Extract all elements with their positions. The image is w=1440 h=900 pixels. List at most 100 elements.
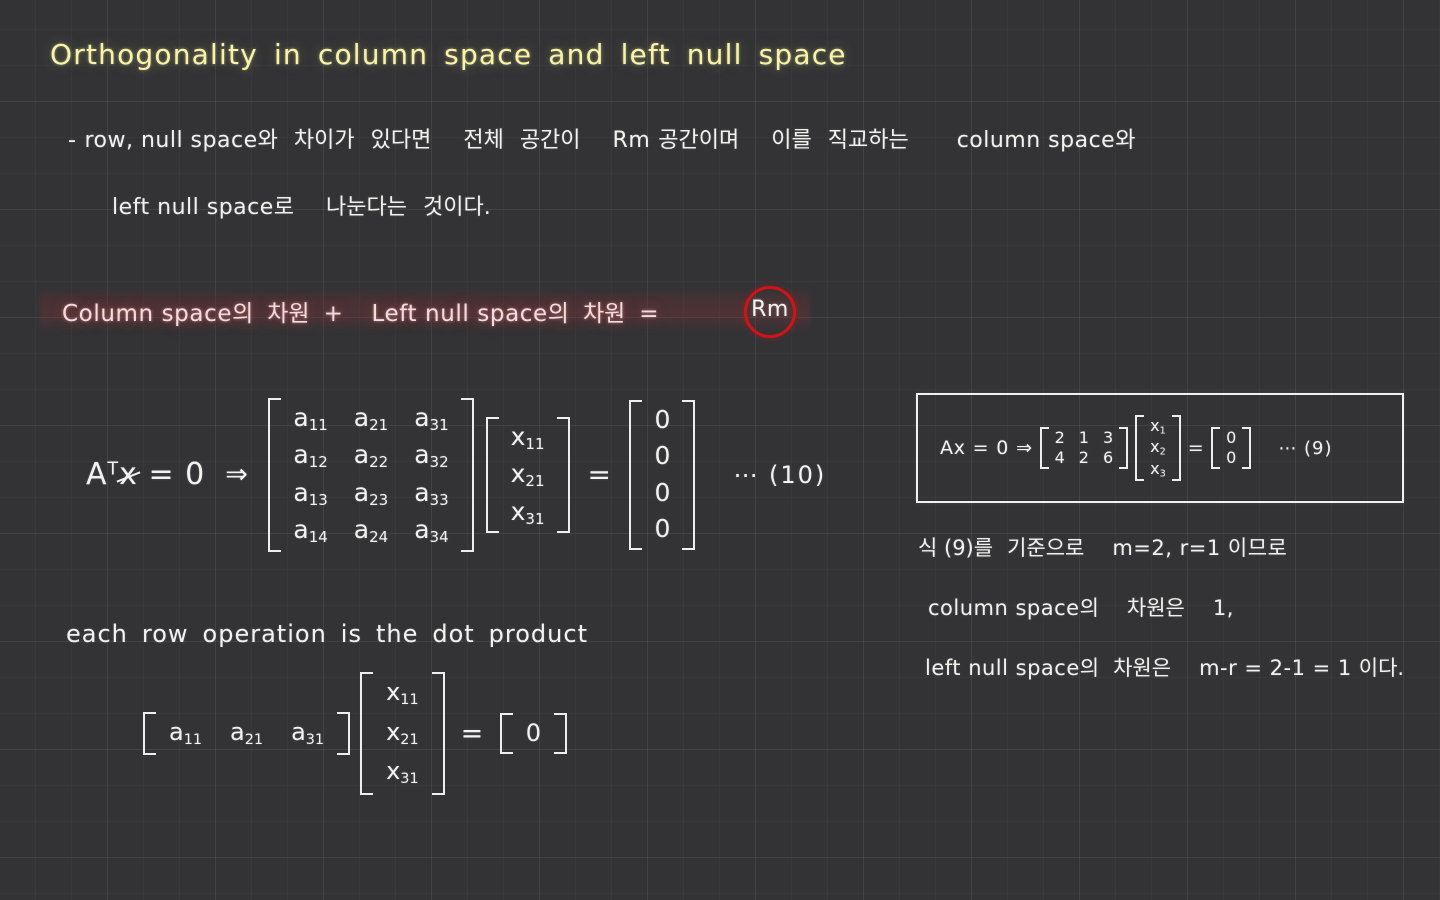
title-word: Orthogonality (50, 38, 258, 71)
key-formula-equals: = (639, 301, 660, 327)
caption-word: each (66, 620, 128, 648)
matrix-cell: a24 (353, 515, 389, 547)
matrix-bracket: 2 1 3 4 2 6 (1039, 427, 1129, 469)
note-segment: m-r = 2-1 = 1 (1199, 656, 1352, 680)
matrix-cell: x2 (1150, 437, 1166, 458)
bullet-dash: - (68, 128, 77, 153)
row-vector-bracket: a11 a21 a31 (143, 711, 351, 756)
matrix-row: x31 (498, 494, 558, 531)
vector-x: x11 x21 x31 (498, 419, 558, 531)
equation-10-tag: ⋯ (10) (733, 460, 827, 489)
matrix-cell: 0 (654, 441, 671, 471)
para-segment: 있다면 (370, 128, 432, 153)
zero-vector: 0 0 0 0 (641, 402, 683, 548)
para-segment: 공간이며 (658, 128, 740, 153)
equation-9-tag: ⋯ (9) (1278, 437, 1333, 459)
right-note-line-1: 식 (9)를 기준으로 m=2, r=1 이므로 (918, 532, 1287, 562)
key-formula-part: 의 (232, 301, 254, 327)
matrix-row: x2 (1143, 437, 1173, 458)
matrix-row: x21 (498, 456, 558, 493)
equation-9-box: Ax = 0 ⇒ 2 1 3 4 2 6 x1 x2 x3 = 0 0 ⋯ (9… (916, 393, 1404, 503)
matrix-cell: 0 (654, 514, 671, 544)
key-formula: Column space의 차원 + Left null space의 차원 = (62, 294, 659, 328)
note-segment: 식 (9)를 (918, 536, 994, 560)
matrix-cell: x11 (510, 421, 545, 453)
result-bracket: 0 (499, 712, 568, 755)
note-segment: m=2, r=1 이므로 (1112, 536, 1288, 560)
note-segment: 기준으로 (1007, 536, 1085, 560)
equation-9-zero-vector-bracket: 0 0 (1211, 427, 1252, 469)
matrix-row: 0 (641, 511, 683, 548)
matrix-row: 4 2 6 (1048, 448, 1121, 468)
matrix-row: a11 a21 a31 (155, 714, 338, 754)
key-formula-part: 차원 (267, 301, 310, 327)
caption-word: the (375, 620, 419, 648)
matrix-cell: 4 (1054, 448, 1065, 467)
matrix-row: a13 a23 a33 (280, 475, 461, 512)
matrix-cell: a23 (353, 477, 389, 510)
equation-9: Ax = 0 ⇒ 2 1 3 4 2 6 x1 x2 x3 = 0 0 ⋯ (9… (940, 395, 1333, 501)
caption-word: product (488, 620, 588, 648)
para-segment: 것이다. (423, 195, 491, 220)
matrix-row: 0 (641, 402, 683, 439)
circled-rm-label: Rm (751, 297, 789, 322)
matrix-row: 0 (1219, 428, 1243, 448)
key-formula-part: 의 (547, 301, 569, 327)
note-segment: 의 (1079, 656, 1100, 680)
implies-arrow-icon: ⇒ (1016, 437, 1033, 459)
matrix-cell: 3 (1102, 428, 1114, 448)
note-segment: column space (928, 596, 1080, 620)
matrix-cell: 0 (525, 718, 542, 747)
para-segment: 이를 (771, 128, 812, 153)
vector-x-symbol: x (119, 457, 138, 493)
note-segment: 이다. (1358, 656, 1405, 680)
matrix-row: a14 a24 a34 (280, 512, 461, 549)
title-word: space (758, 38, 847, 71)
key-formula-part: Column space (62, 301, 233, 327)
right-note-line-2: column space의 차원은 1, (928, 592, 1234, 622)
implies-arrow-icon: ⇒ (225, 459, 249, 491)
matrix-cell: a33 (414, 477, 449, 510)
caption-word: is (340, 620, 362, 648)
caption-word: dot (432, 620, 475, 648)
zero-vector-bracket: 0 0 0 0 (629, 399, 696, 550)
matrix-cell: a34 (414, 515, 449, 547)
matrix-row: 0 (641, 438, 683, 475)
para-segment: 나눈다는 (326, 195, 407, 220)
matrix-cell: a31 (291, 717, 325, 748)
matrix-cell: a13 (293, 477, 328, 510)
matrix-cell: x1 (1150, 415, 1166, 437)
note-segment: left null space (925, 656, 1080, 680)
para-segment: 와 (257, 128, 278, 153)
matrix-row: x3 (1143, 459, 1173, 480)
matrix-row: 0 (641, 475, 683, 512)
title-word: left (620, 38, 671, 71)
dot-product-caption: each row operation is the dot product (66, 620, 588, 648)
matrix-cell: 0 (654, 404, 671, 434)
paragraph-line-2: left null space로 나눈다는 것이다. (112, 189, 491, 221)
equation-10-lhs: ATx = 0 (86, 457, 205, 492)
para-segment: row, null space (84, 128, 258, 153)
note-segment: 차원은 (1126, 596, 1185, 620)
matrix-A: a11 a21 a31 a12 a22 a32 a13 a23 a33 a14 … (280, 400, 461, 550)
equation-9-lhs: Ax = 0 (940, 437, 1010, 459)
equals-sign: = (587, 458, 612, 492)
equation-9-zero-vector: 0 0 (1219, 428, 1243, 467)
equals-sign: = (460, 717, 484, 749)
title-word: space (444, 38, 533, 71)
matrix-row: 0 (1219, 448, 1243, 468)
column-vector-bracket: x11 x21 x31 (360, 672, 445, 795)
row-vector-a: a11 a21 a31 (155, 714, 338, 754)
matrix-cell: x3 (1150, 458, 1166, 480)
matrix-cell: x31 (510, 496, 545, 528)
matrix-cell: a21 (230, 717, 264, 748)
handwritten-note-canvas: Orthogonality in column space and left null spa… (0, 0, 1440, 900)
matrix-cell: a11 (169, 717, 203, 748)
result-value: 0 (512, 715, 555, 752)
matrix-row: a11 a21 a31 (280, 400, 461, 437)
column-vector-x: x11 x21 x31 (372, 674, 433, 793)
equation-9-vector-x-bracket: x1 x2 x3 (1135, 414, 1181, 482)
para-segment: 차이가 (293, 128, 355, 153)
equals-zero: = 0 (148, 457, 206, 493)
vector-x-bracket: x11 x21 x31 (485, 416, 570, 534)
